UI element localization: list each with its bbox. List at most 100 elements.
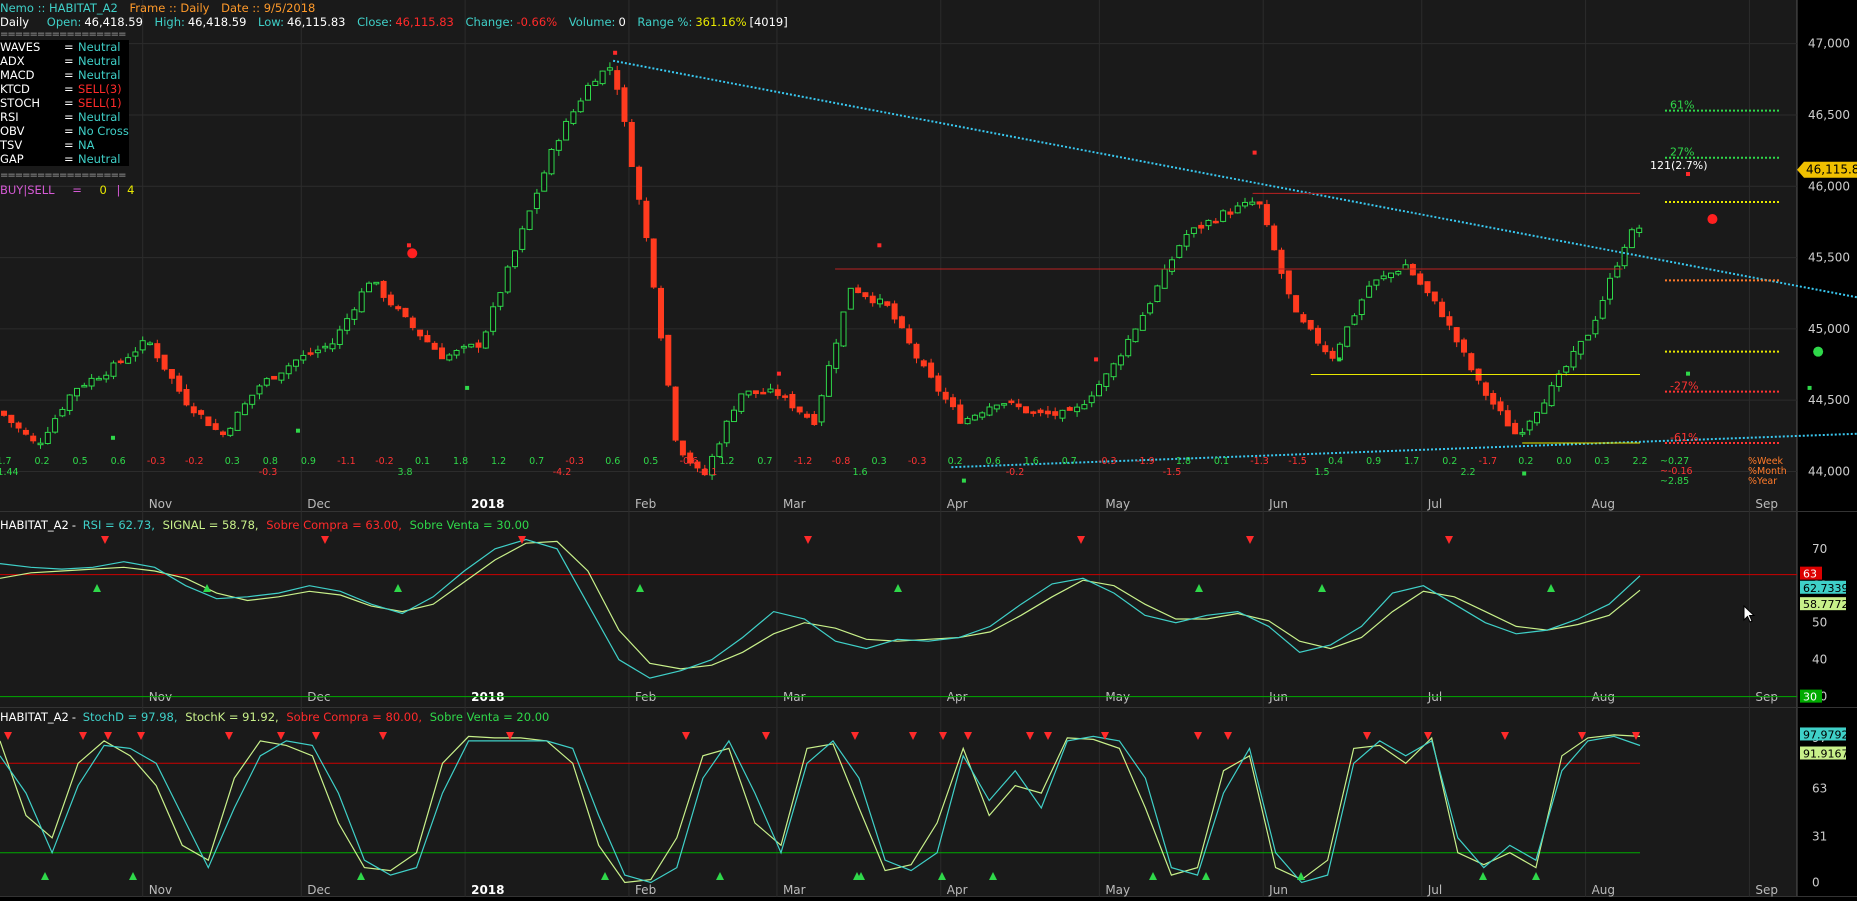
weekly-change-label: 0.2: [1518, 456, 1533, 467]
frame-label: Frame :: Daily: [129, 1, 210, 15]
candle-down: [1482, 382, 1489, 396]
candle-up: [1074, 406, 1081, 413]
indicator-equals: =: [64, 138, 74, 152]
weekly-change-label: -0.8: [832, 456, 851, 467]
close-label: Close:: [357, 15, 393, 29]
candle-down: [1015, 403, 1022, 408]
rsi-y-tick-label: 40: [1812, 653, 1827, 667]
buy-signal-dot: [961, 478, 966, 483]
candle-down: [22, 429, 29, 435]
candle-down: [658, 287, 664, 339]
price-x-tick-label: Aug: [1592, 497, 1615, 511]
candle-up: [1234, 205, 1241, 214]
indicator-name: WAVES: [0, 40, 41, 54]
candle-down: [1256, 201, 1263, 205]
open-value: 46,418.59: [84, 15, 143, 29]
weekly-change-label: 2.2: [1632, 456, 1647, 467]
bar-count: [4019]: [749, 15, 788, 29]
candle-up: [577, 100, 584, 113]
candle-down: [1512, 422, 1519, 435]
price-chart-panel[interactable]: 47,000 46,500 46,000 45,500 45,000 44,500 44,0…: [0, 0, 1857, 533]
indicator-equals: =: [64, 82, 74, 96]
candle-down: [212, 423, 219, 430]
candle-up: [745, 390, 752, 396]
candle-up: [1176, 245, 1183, 258]
price-x-tick-label: Nov: [149, 497, 172, 511]
candle-up: [460, 345, 467, 349]
candle-up: [256, 385, 263, 395]
candle-down: [30, 435, 37, 442]
candle-down: [1037, 409, 1044, 414]
candle-down: [1504, 410, 1511, 427]
buy-sell-eq: =: [72, 183, 82, 197]
candle-up: [249, 394, 256, 405]
candle-up: [1541, 402, 1548, 414]
candle-up: [599, 70, 606, 85]
weekly-change-label: 0.1: [1214, 456, 1229, 467]
weekly-change-label: 0.3: [225, 456, 240, 467]
candle-up: [1395, 270, 1402, 275]
candle-up: [1366, 285, 1373, 298]
candle-up: [453, 350, 460, 356]
weekly-change-label: -0.3: [565, 456, 584, 467]
candle-up: [147, 342, 153, 346]
rsi-panel[interactable]: 7060504030NovDec2018FebMarAprMayJunJulAu…: [0, 512, 1857, 708]
candle-up: [563, 120, 570, 141]
weekly-change-label: 1.6: [1024, 456, 1039, 467]
candle-up: [1599, 300, 1606, 319]
weekly-change-label: 0.6: [111, 456, 126, 467]
candle-down: [190, 406, 197, 414]
weekly-change-label: 0.2: [34, 456, 49, 467]
candle-up: [592, 80, 599, 86]
indicator-equals: =: [64, 96, 74, 110]
candle-up: [1088, 395, 1095, 404]
rsi-chart[interactable]: 7060504030NovDec2018FebMarAprMayJunJulAu…: [0, 512, 1857, 708]
candle-up: [723, 420, 730, 444]
candle-up: [37, 442, 44, 446]
rsi-title: HABITAT_A2- RSI = 62.73, SIGNAL = 58.78,…: [0, 518, 530, 532]
price-x-tick-label: Sep: [1755, 497, 1778, 511]
candle-up: [716, 443, 723, 457]
weekly-change-label: 0.2: [948, 456, 963, 467]
candle-up: [833, 342, 840, 369]
stoch-x-tick-label: Sep: [1755, 883, 1778, 897]
rsi-y-tick-label: 50: [1812, 616, 1827, 630]
candle-up: [1242, 201, 1248, 207]
weekly-change-label: 1.7: [1404, 456, 1419, 467]
candle-up: [1380, 275, 1387, 280]
change-label: Change:: [465, 15, 514, 29]
stoch-panel[interactable]: 9763310NovDec2018FebMarAprMayJunJulAugSe…: [0, 708, 1857, 897]
change-annotation: 121(2.7%): [1650, 159, 1708, 172]
rsi-value-tag-label: 58.7772: [1803, 598, 1849, 611]
weekly-change-label: 0.0: [1556, 456, 1571, 467]
candle-up: [526, 210, 533, 230]
candle-down: [439, 347, 445, 360]
candle-down: [1417, 273, 1424, 285]
indicator-equals: =: [64, 110, 74, 124]
candle-up: [1607, 277, 1613, 300]
rsi-symbol: HABITAT_A2: [0, 518, 69, 532]
candle-down: [161, 354, 168, 370]
candle-down: [1052, 411, 1059, 416]
price-chart[interactable]: 47,000 46,500 46,000 45,500 45,000 44,500 44,0…: [0, 0, 1857, 533]
stoch-y-tick-label: 0: [1812, 876, 1820, 890]
stoch-x-tick-label: May: [1105, 883, 1130, 897]
candle-up: [1125, 338, 1132, 357]
indicator-row-ktcd: KTCD = SELL(3): [0, 82, 129, 96]
candle-up: [986, 406, 993, 416]
candle-up: [1358, 299, 1365, 315]
open-label: Open:: [46, 15, 82, 29]
mouse-cursor-icon: [1743, 605, 1756, 623]
stoch-chart[interactable]: 9763310NovDec2018FebMarAprMayJunJulAugSe…: [0, 708, 1857, 897]
weekly-change-label: 0.9: [1366, 456, 1381, 467]
weekly-change-label: 0.5: [73, 456, 88, 467]
range-label: Range %:: [637, 15, 693, 29]
weekly-change-label: -0.2: [185, 456, 204, 467]
candle-down: [628, 122, 635, 167]
target-level-label: -27%: [1670, 380, 1698, 393]
candle-down: [1409, 264, 1416, 276]
candle-up: [1570, 350, 1577, 368]
buy-signal-dot: [465, 385, 470, 390]
candle-down: [395, 306, 402, 310]
volume-label: Volume:: [568, 15, 616, 29]
